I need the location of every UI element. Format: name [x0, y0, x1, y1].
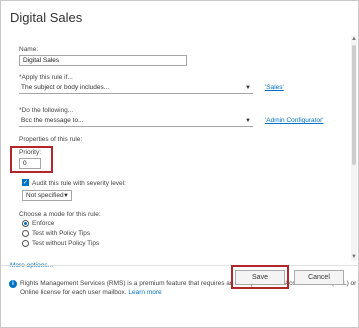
- priority-input[interactable]: 0: [19, 158, 41, 169]
- priority-label: Priority:: [19, 149, 42, 156]
- condition-select[interactable]: The subject or body includes... ▼: [19, 83, 253, 94]
- chevron-down-icon: ▼: [245, 85, 251, 91]
- chevron-down-icon: ▼: [63, 193, 69, 199]
- audit-label: Audit this rule with severity level:: [32, 180, 126, 187]
- mode-label-test-without-tips: Test without Policy Tips: [32, 240, 100, 247]
- condition-select-value: The subject or body includes...: [21, 84, 110, 91]
- audit-checkbox[interactable]: ✓: [22, 179, 29, 186]
- rms-info-line2: Online license for each user mailbox. Le…: [20, 288, 162, 297]
- action-label: *Do the following...: [19, 107, 74, 114]
- action-select-value: Bcc the message to...: [21, 117, 84, 124]
- scroll-down-icon[interactable]: ▼: [351, 253, 357, 261]
- condition-value-link[interactable]: 'Sales': [265, 84, 284, 91]
- action-select[interactable]: Bcc the message to... ▼: [19, 116, 253, 127]
- mode-label-enforce: Enforce: [32, 220, 55, 227]
- chevron-down-icon: ▼: [245, 118, 251, 124]
- name-label: Name:: [19, 46, 39, 53]
- action-value-link[interactable]: 'Admin Configurator': [265, 117, 323, 124]
- mode-radio-test-with-tips[interactable]: [22, 230, 29, 237]
- save-button[interactable]: Save: [235, 270, 285, 285]
- mode-radio-enforce[interactable]: [22, 220, 29, 227]
- cancel-button[interactable]: Cancel: [294, 270, 344, 285]
- scroll-up-icon[interactable]: ▲: [351, 35, 357, 43]
- info-icon: i: [9, 280, 17, 288]
- properties-label: Properties of this rule:: [19, 136, 83, 143]
- dialog-title: Digital Sales: [10, 10, 83, 25]
- apply-rule-label: *Apply this rule if...: [19, 74, 73, 81]
- rms-info-line2-text: Online license for each user mailbox.: [20, 289, 127, 296]
- severity-select-value: Not specified: [26, 192, 64, 199]
- form-scroll-area: [1, 35, 359, 261]
- mode-radio-test-without-tips[interactable]: [22, 240, 29, 247]
- scrollbar-thumb[interactable]: [352, 45, 356, 165]
- rule-dialog: Digital Sales ▲ ▼ Name: Digital Sales *A…: [0, 0, 359, 328]
- mode-label-test-with-tips: Test with Policy Tips: [32, 230, 91, 237]
- severity-select[interactable]: Not specified ▼: [22, 190, 72, 201]
- learn-more-link[interactable]: Learn more: [128, 289, 161, 296]
- info-divider: [1, 265, 359, 266]
- name-input[interactable]: Digital Sales: [19, 55, 187, 66]
- mode-label: Choose a mode for this rule:: [19, 211, 101, 218]
